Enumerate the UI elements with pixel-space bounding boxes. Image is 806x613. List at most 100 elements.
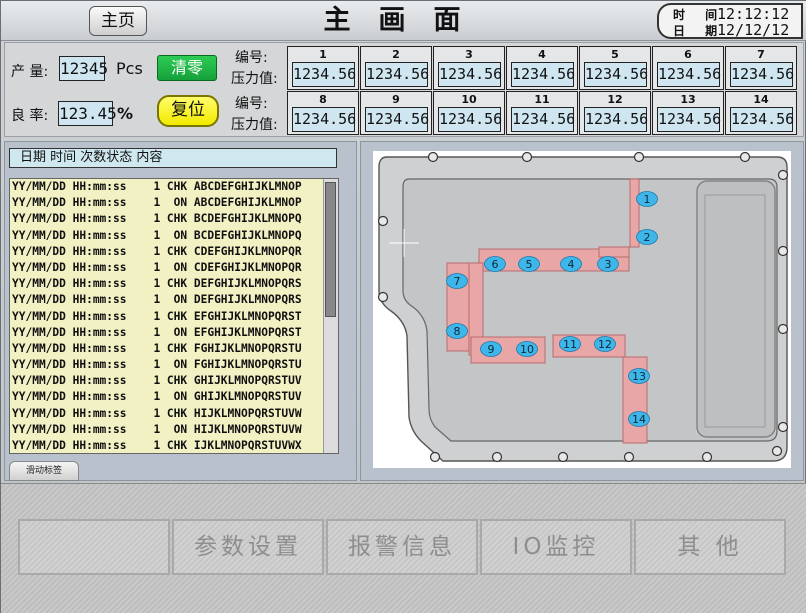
log-row: YY/MM/DD HH:mm:ss 1 ON FGHIJKLMNOPQRSTU: [12, 358, 302, 372]
log-row: YY/MM/DD HH:mm:ss 1 ON GHIJKLMNOPQRSTUV: [12, 390, 302, 404]
marker-label: 13: [632, 370, 646, 383]
pressure-cell: 2 1234.56: [360, 46, 432, 90]
marker-label: 5: [526, 258, 533, 271]
marker-label: 9: [488, 343, 495, 356]
pressure-cell-value: 1234.56: [730, 107, 794, 132]
nav-button-blank[interactable]: [18, 519, 170, 575]
pressure-cell: 6 1234.56: [652, 46, 724, 90]
pressure-cell-number: 8: [319, 93, 327, 106]
scroll-tab[interactable]: 滑动标签: [9, 461, 79, 481]
pressure-cell-value: 1234.56: [511, 62, 575, 87]
log-scroll-thumb[interactable]: [325, 182, 336, 317]
log-row: YY/MM/DD HH:mm:ss 1 ON ABCDEFGHIJKLMNOP: [12, 196, 302, 210]
pressure-cell-number: 2: [392, 48, 400, 61]
pressure-cell: 13 1234.56: [652, 91, 724, 135]
pressure-cell-value: 1234.56: [438, 62, 502, 87]
clear-button[interactable]: 清零: [157, 55, 217, 81]
marker-label: 6: [492, 258, 499, 271]
date-value: 12/12/12: [717, 21, 790, 39]
output-value: 12345: [59, 56, 108, 81]
marker-13: 13: [628, 368, 650, 384]
marker-label: 4: [568, 258, 575, 271]
marker-label: 8: [454, 325, 461, 338]
log-row: YY/MM/DD HH:mm:ss 1 CHK IJKLMNOPQRSTUVWX: [12, 439, 302, 452]
log-row: YY/MM/DD HH:mm:ss 1 CHK BCDEFGHIJKLMNOPQ: [12, 212, 302, 226]
log-header: 日期 时间 次数状态 内容: [9, 148, 337, 168]
pressure-cell-value: 1234.56: [292, 62, 356, 87]
part-diagram: 123456789 10 11 121314: [373, 151, 791, 468]
nav-button-alarms[interactable]: 报警信息: [326, 519, 478, 575]
hmi-screen: 主页 主画面 时 间 12:12:12 日 期 12/12/12 产 量: 12…: [0, 0, 806, 613]
pressure-label-row1: 压力值:: [231, 71, 278, 87]
clock-panel: 时 间 12:12:12 日 期 12/12/12: [657, 3, 803, 39]
log-row: YY/MM/DD HH:mm:ss 1 ON DEFGHIJKLMNOPQRS: [12, 293, 302, 307]
pressure-cell: 14 1234.56: [725, 91, 797, 135]
number-label-row2: 编号:: [235, 96, 268, 112]
marker-8: 8: [446, 323, 468, 339]
pressure-cell-number: 5: [611, 48, 619, 61]
pressure-cell-number: 12: [607, 93, 623, 106]
pressure-label-row2: 压力值:: [231, 117, 278, 133]
home-button[interactable]: 主页: [89, 6, 147, 36]
pressure-cell-value: 1234.56: [511, 107, 575, 132]
pressure-cell: 9 1234.56: [360, 91, 432, 135]
log-list[interactable]: YY/MM/DD HH:mm:ss 1 CHK ABCDEFGHIJKLMNOP…: [9, 178, 339, 454]
pressure-cell-value: 1234.56: [657, 62, 721, 87]
log-row: YY/MM/DD HH:mm:ss 1 CHK ABCDEFGHIJKLMNOP: [12, 180, 302, 193]
pressure-cell-value: 1234.56: [292, 107, 356, 132]
pressure-cell: 10 1234.56: [433, 91, 505, 135]
pressure-cell-number: 4: [538, 48, 546, 61]
marker-label: 2: [644, 231, 651, 244]
pressure-cell: 3 1234.56: [433, 46, 505, 90]
marker-11: 11: [559, 336, 581, 352]
pressure-cell-value: 1234.56: [730, 62, 794, 87]
output-unit: Pcs: [116, 59, 143, 78]
log-row: YY/MM/DD HH:mm:ss 1 CHK EFGHIJKLMNOPQRST: [12, 309, 302, 323]
pressure-cell: 4 1234.56: [506, 46, 578, 90]
pressure-cell-number: 1: [319, 48, 327, 61]
log-row: YY/MM/DD HH:mm:ss 1 ON BCDEFGHIJKLMNOPQ: [12, 228, 302, 242]
marker-9: 9: [480, 341, 502, 357]
marker-label: 12: [598, 338, 612, 351]
pressure-cell-number: 13: [680, 93, 696, 106]
pressure-cell-number: 10: [461, 93, 477, 106]
yield-value: 123.45: [58, 101, 117, 126]
nav-button-other[interactable]: 其 他: [634, 519, 786, 575]
pressure-cell-value: 1234.56: [438, 107, 502, 132]
pressure-cell-value: 1234.56: [584, 62, 648, 87]
pressure-cell: 8 1234.56: [287, 91, 359, 135]
log-row: YY/MM/DD HH:mm:ss 1 CHK FGHIJKLMNOPQRSTU: [12, 341, 302, 355]
nav-button-params[interactable]: 参数设置: [172, 519, 324, 575]
marker-2: 2: [636, 229, 658, 245]
pressure-cell: 11 1234.56: [506, 91, 578, 135]
page-title: 主画面: [323, 5, 489, 36]
marker-3: 3: [597, 256, 619, 272]
pressure-cell-value: 1234.56: [657, 107, 721, 132]
pressure-cell: 1 1234.56: [287, 46, 359, 90]
marker-label: 14: [632, 413, 646, 426]
marker-label: 7: [454, 275, 461, 288]
marker-6: 6: [484, 256, 506, 272]
marker-label: 3: [605, 258, 612, 271]
marker-14: 14: [628, 411, 650, 427]
marker-7: 7: [446, 273, 468, 289]
number-label-row1: 编号:: [235, 50, 268, 66]
nav-button-io[interactable]: IO监控: [480, 519, 632, 575]
log-row: YY/MM/DD HH:mm:ss 1 ON CDEFGHIJKLMNOPQR: [12, 260, 302, 274]
log-row: YY/MM/DD HH:mm:ss 1 CHK DEFGHIJKLMNOPQRS: [12, 277, 302, 291]
yield-label: 良 率:: [11, 108, 49, 124]
output-label: 产 量:: [11, 64, 49, 80]
reset-button[interactable]: 复位: [157, 95, 219, 127]
part-pocket: [696, 180, 776, 438]
log-row: YY/MM/DD HH:mm:ss 1 ON EFGHIJKLMNOPQRST: [12, 325, 302, 339]
log-row: YY/MM/DD HH:mm:ss 1 CHK CDEFGHIJKLMNOPQR: [12, 244, 302, 258]
marker-10: 10: [516, 341, 538, 357]
pressure-cell-number: 9: [392, 93, 400, 106]
marker-label: 1: [644, 193, 651, 206]
marker-1: 1: [636, 191, 658, 207]
pressure-cell-number: 3: [465, 48, 473, 61]
marker-label: 10: [520, 343, 534, 356]
pressure-cell-value: 1234.56: [365, 107, 429, 132]
pressure-cell: 7 1234.56: [725, 46, 797, 90]
pressure-cell: 5 1234.56: [579, 46, 651, 90]
